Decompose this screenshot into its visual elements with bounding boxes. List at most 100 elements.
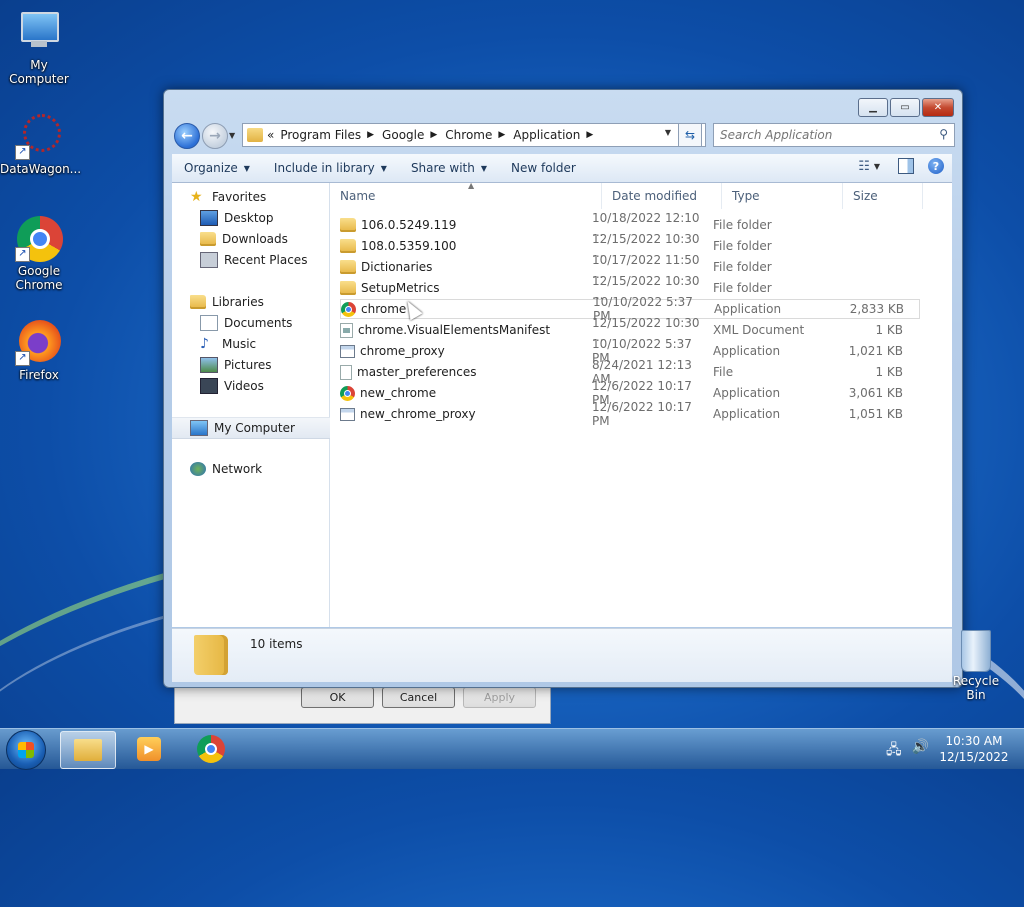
clock[interactable]: 10:30 AM 12/15/2022 [938, 733, 1010, 765]
cancel-button[interactable]: Cancel [382, 687, 455, 708]
file-type: Application [713, 407, 781, 421]
system-tray: 🖧 🔊 [886, 739, 939, 763]
file-name-cell: master_preferences [340, 364, 592, 380]
taskbar-media-player-button[interactable]: ▶ [122, 731, 176, 767]
breadcrumb-separator-icon[interactable]: ▶ [498, 130, 505, 140]
desktop-icon-my-computer[interactable]: My Computer [0, 8, 78, 86]
taskbar-chrome-button[interactable] [184, 731, 238, 767]
view-controls: ☷ ▼ ? [858, 158, 944, 174]
search-input[interactable] [714, 127, 932, 143]
file-size: 1 KB [875, 365, 903, 379]
column-header-date-modified[interactable]: Date modified [602, 183, 722, 209]
file-icon [340, 364, 352, 380]
table-row[interactable]: new_chrome_proxy 12/6/2022 10:17 PM Applic… [340, 400, 920, 428]
change-view-icon[interactable]: ☷ [858, 159, 870, 174]
organize-button[interactable]: Organize ▼ [172, 161, 262, 175]
nav-item-label: Downloads [222, 232, 288, 246]
file-list: Name Date modified Type Size ▲ 106.0.524… [330, 181, 952, 627]
maximize-icon: ▭ [900, 102, 910, 113]
file-date-modified: 12/6/2022 10:17 PM [592, 400, 692, 428]
search-icon[interactable]: ⚲ [939, 127, 948, 141]
file-name-cell: 108.0.5359.100 [340, 239, 592, 253]
refresh-button[interactable]: ⇆ [678, 123, 702, 147]
file-name: chrome_proxy [360, 344, 445, 358]
nav-item-network[interactable]: Network [172, 459, 346, 479]
desktop-icon-label: Firefox [19, 368, 59, 382]
computer-icon [190, 420, 208, 436]
breadcrumb-chrome[interactable]: Chrome [445, 128, 492, 142]
nav-item-documents[interactable]: Documents [172, 313, 356, 333]
column-header-type[interactable]: Type [722, 183, 843, 209]
command-bar: Organize ▼ Include in library ▼ Share with… [172, 154, 952, 183]
search-box[interactable]: ⚲ [713, 123, 955, 147]
breadcrumb-application[interactable]: Application [513, 128, 580, 142]
view-options-dropdown-icon[interactable]: ▼ [874, 162, 880, 171]
ok-button[interactable]: OK [301, 687, 374, 708]
firefox-icon: ↗ [15, 318, 63, 366]
nav-item-downloads[interactable]: Downloads [172, 229, 356, 249]
nav-item-music[interactable]: ♪ Music [172, 334, 356, 354]
file-name: 108.0.5359.100 [361, 239, 457, 253]
nav-item-label: Favorites [212, 190, 267, 204]
file-name: Dictionaries [361, 260, 433, 274]
chrome-icon [340, 385, 355, 401]
clock-time: 10:30 AM [945, 734, 1003, 748]
desktop-icon-label: DataWagon... [0, 162, 82, 176]
forward-button[interactable]: → [202, 123, 228, 149]
nav-item-label: Desktop [224, 211, 274, 225]
column-header-size[interactable]: Size [843, 183, 923, 209]
computer-icon [15, 8, 63, 56]
minimize-button[interactable]: ▁ [858, 98, 888, 117]
file-type: File folder [713, 281, 772, 295]
breadcrumb-separator-icon[interactable]: ▶ [430, 130, 437, 140]
file-name-cell: SetupMetrics [340, 281, 592, 295]
nav-item-recent-places[interactable]: Recent Places [172, 250, 356, 270]
file-name: new_chrome [360, 386, 437, 400]
network-status-icon[interactable]: 🖧 [886, 739, 902, 763]
star-icon: ★ [190, 189, 203, 205]
organize-label: Organize [184, 161, 238, 175]
preview-pane-icon[interactable] [898, 158, 914, 174]
back-button[interactable]: ← [174, 123, 200, 149]
file-size: 1,021 KB [848, 344, 903, 358]
nav-item-my-computer[interactable]: My Computer [172, 417, 346, 439]
include-in-library-button[interactable]: Include in library ▼ [262, 161, 399, 175]
address-dropdown-icon[interactable]: ▼ [665, 128, 671, 137]
breadcrumb-separator-icon[interactable]: ▶ [586, 130, 593, 140]
forward-arrow-icon: → [209, 128, 221, 144]
breadcrumb-google[interactable]: Google [382, 128, 424, 142]
file-name: master_preferences [357, 365, 477, 379]
dropdown-arrow-icon: ▼ [243, 163, 250, 173]
videos-icon [200, 378, 218, 394]
documents-icon [200, 315, 218, 331]
nav-item-libraries[interactable]: Libraries [172, 292, 346, 312]
start-button[interactable] [6, 730, 46, 770]
sort-indicator-icon: ▲ [468, 181, 475, 190]
close-button[interactable]: ✕ [922, 98, 954, 117]
volume-icon[interactable]: 🔊 [912, 739, 929, 763]
maximize-button[interactable]: ▭ [890, 98, 920, 117]
nav-item-pictures[interactable]: Pictures [172, 355, 356, 375]
nav-item-label: Videos [224, 379, 264, 393]
column-header-name[interactable]: Name [330, 183, 602, 209]
address-bar[interactable]: « Program Files ▶ Google ▶ Chrome ▶ Appl… [242, 123, 706, 147]
nav-item-videos[interactable]: Videos [172, 376, 356, 396]
desktop-icon-firefox[interactable]: ↗ Firefox [0, 318, 78, 382]
nav-item-desktop[interactable]: Desktop [172, 208, 356, 228]
nav-item-favorites[interactable]: ★ Favorites [172, 187, 346, 207]
breadcrumb-separator-icon[interactable]: ▶ [367, 130, 374, 140]
nav-item-label: My Computer [214, 421, 295, 435]
help-icon[interactable]: ? [928, 158, 944, 174]
taskbar: ▶ 🖧 🔊 10:30 AM 12/15/2022 [0, 728, 1024, 770]
folder-icon [247, 128, 263, 142]
desktop-icon-datawagon[interactable]: ↗ DataWagon... [0, 112, 82, 176]
desktop-icon-recycle-bin[interactable]: Recycle Bin [944, 630, 1008, 702]
recent-pages-dropdown[interactable]: ▼ [229, 131, 235, 140]
breadcrumb-program-files[interactable]: Program Files [280, 128, 361, 142]
new-folder-button[interactable]: New folder [499, 161, 588, 175]
properties-dialog: OK Cancel Apply [174, 686, 551, 724]
desktop-icon-google-chrome[interactable]: ↗ Google Chrome [0, 214, 78, 292]
breadcrumb-overflow[interactable]: « [267, 128, 274, 142]
share-with-button[interactable]: Share with ▼ [399, 161, 499, 175]
taskbar-explorer-button[interactable] [60, 731, 116, 769]
